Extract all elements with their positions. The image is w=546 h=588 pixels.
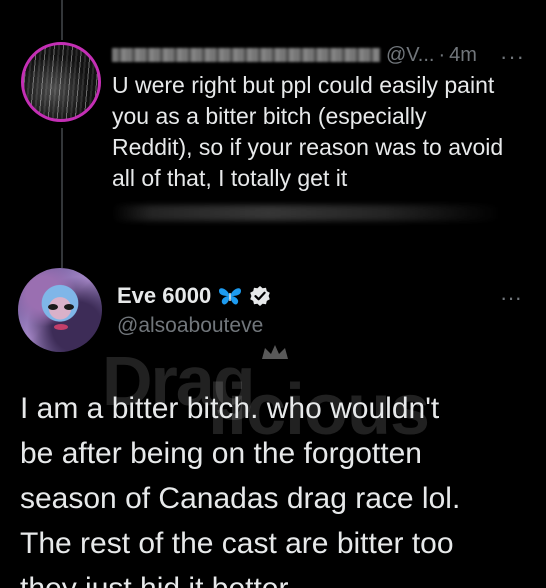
author-display-name[interactable]: Eve 6000 (117, 283, 211, 309)
reply-line: you as a bitter bitch (especially (112, 103, 427, 129)
butterfly-icon (219, 288, 242, 305)
tweet-more-icon[interactable]: ··· (500, 285, 522, 311)
tweet-line: The rest of the cast are bitter too (20, 527, 454, 560)
redacted-display-name (112, 48, 380, 62)
reply-more-icon[interactable]: ··· (500, 44, 525, 70)
reply-timestamp[interactable]: 4m (449, 44, 477, 67)
reply-avatar[interactable] (21, 42, 101, 122)
reply-line: all of that, I totally get it (112, 165, 348, 191)
tweet-line: they just hid it better (20, 566, 535, 588)
reply-body: U were right but ppl could easily paint … (112, 70, 532, 194)
redacted-text (112, 205, 502, 221)
author-name-row[interactable]: Eve 6000 (117, 283, 271, 309)
reply-separator: · (438, 43, 446, 66)
reply-line: U were right but ppl could easily paint (112, 72, 495, 98)
tweet-line: be after being on the forgotten (20, 437, 422, 470)
reply-handle[interactable]: @V... (386, 44, 434, 67)
avatar-detail (54, 324, 68, 330)
author-avatar[interactable] (18, 268, 102, 352)
avatar-detail (64, 304, 74, 310)
tweet-line: season of Canadas drag race lol. (20, 482, 461, 515)
tweet-body: I am a bitter bitch. who wouldn't be aft… (20, 386, 535, 588)
avatar-detail (48, 304, 58, 310)
verified-icon (250, 286, 271, 306)
crown-icon (262, 345, 288, 359)
tweet-line: I am a bitter bitch. who wouldn't (20, 392, 440, 425)
thread-connector-top (61, 0, 63, 40)
thread-connector (61, 128, 63, 268)
reply-header: @V... · 4m (112, 40, 532, 70)
author-handle[interactable]: @alsoabouteve (117, 314, 263, 338)
reply-line: Reddit), so if your reason was to avoid (112, 134, 504, 160)
